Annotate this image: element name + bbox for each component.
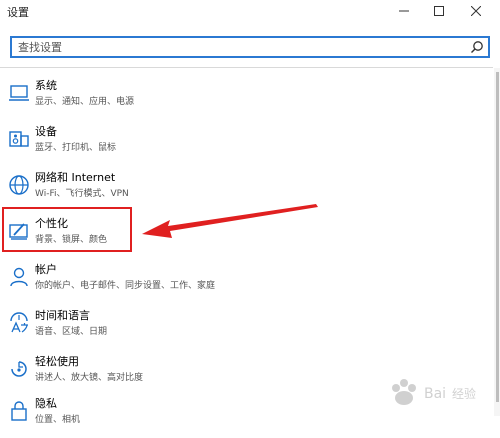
item-title: 设备 — [35, 125, 57, 138]
baidu-watermark-icon: Bai 经验 — [392, 379, 476, 405]
svg-text:经验: 经验 — [452, 386, 476, 401]
title-bar: 设置 — [0, 0, 500, 24]
search-box[interactable] — [10, 36, 490, 58]
search-icon[interactable] — [470, 40, 484, 54]
item-subtitle: 显示、通知、应用、电源 — [35, 97, 135, 107]
item-title: 轻松使用 — [35, 355, 79, 368]
window-title: 设置 — [7, 6, 29, 19]
settings-item-time-language[interactable]: 时间和语言 语音、区域、日期 — [0, 304, 490, 350]
item-subtitle: Wi-Fi、飞行模式、VPN — [35, 189, 129, 199]
item-title: 帐户 — [35, 263, 57, 276]
close-icon — [471, 6, 481, 16]
maximize-button[interactable] — [423, 0, 455, 22]
item-title: 网络和 Internet — [35, 171, 116, 184]
laptop-icon — [9, 85, 29, 101]
settings-item-accounts[interactable]: 帐户 你的帐户、电子邮件、同步设置、工作、家庭 — [0, 258, 490, 304]
item-subtitle: 讲述人、放大镜、高对比度 — [35, 373, 144, 383]
search-input[interactable] — [18, 38, 458, 56]
item-subtitle: 语音、区域、日期 — [35, 327, 108, 337]
settings-item-devices[interactable]: 设备 蓝牙、打印机、鼠标 — [0, 120, 490, 166]
item-subtitle: 蓝牙、打印机、鼠标 — [35, 143, 117, 153]
globe-icon — [9, 175, 29, 195]
settings-item-system[interactable]: 系统 显示、通知、应用、电源 — [0, 74, 490, 120]
item-title: 时间和语言 — [35, 309, 90, 322]
item-subtitle: 你的帐户、电子邮件、同步设置、工作、家庭 — [35, 281, 216, 291]
annotation-arrow-icon — [142, 204, 318, 238]
lock-icon — [11, 401, 27, 421]
item-title: 隐私 — [35, 397, 57, 410]
close-button[interactable] — [460, 0, 492, 22]
person-icon — [10, 267, 28, 287]
minimize-button[interactable] — [388, 0, 420, 22]
time-language-icon — [10, 312, 28, 333]
svg-text:Bai: Bai — [424, 386, 446, 402]
ease-of-access-icon — [11, 361, 27, 377]
scrollbar-thumb[interactable] — [496, 72, 499, 402]
item-subtitle: 位置、相机 — [35, 415, 81, 425]
item-title: 系统 — [35, 79, 57, 92]
annotation-highlight-box — [2, 207, 132, 252]
devices-icon — [9, 131, 29, 147]
minimize-icon — [399, 10, 409, 12]
maximize-icon — [434, 6, 444, 16]
divider — [0, 67, 493, 68]
